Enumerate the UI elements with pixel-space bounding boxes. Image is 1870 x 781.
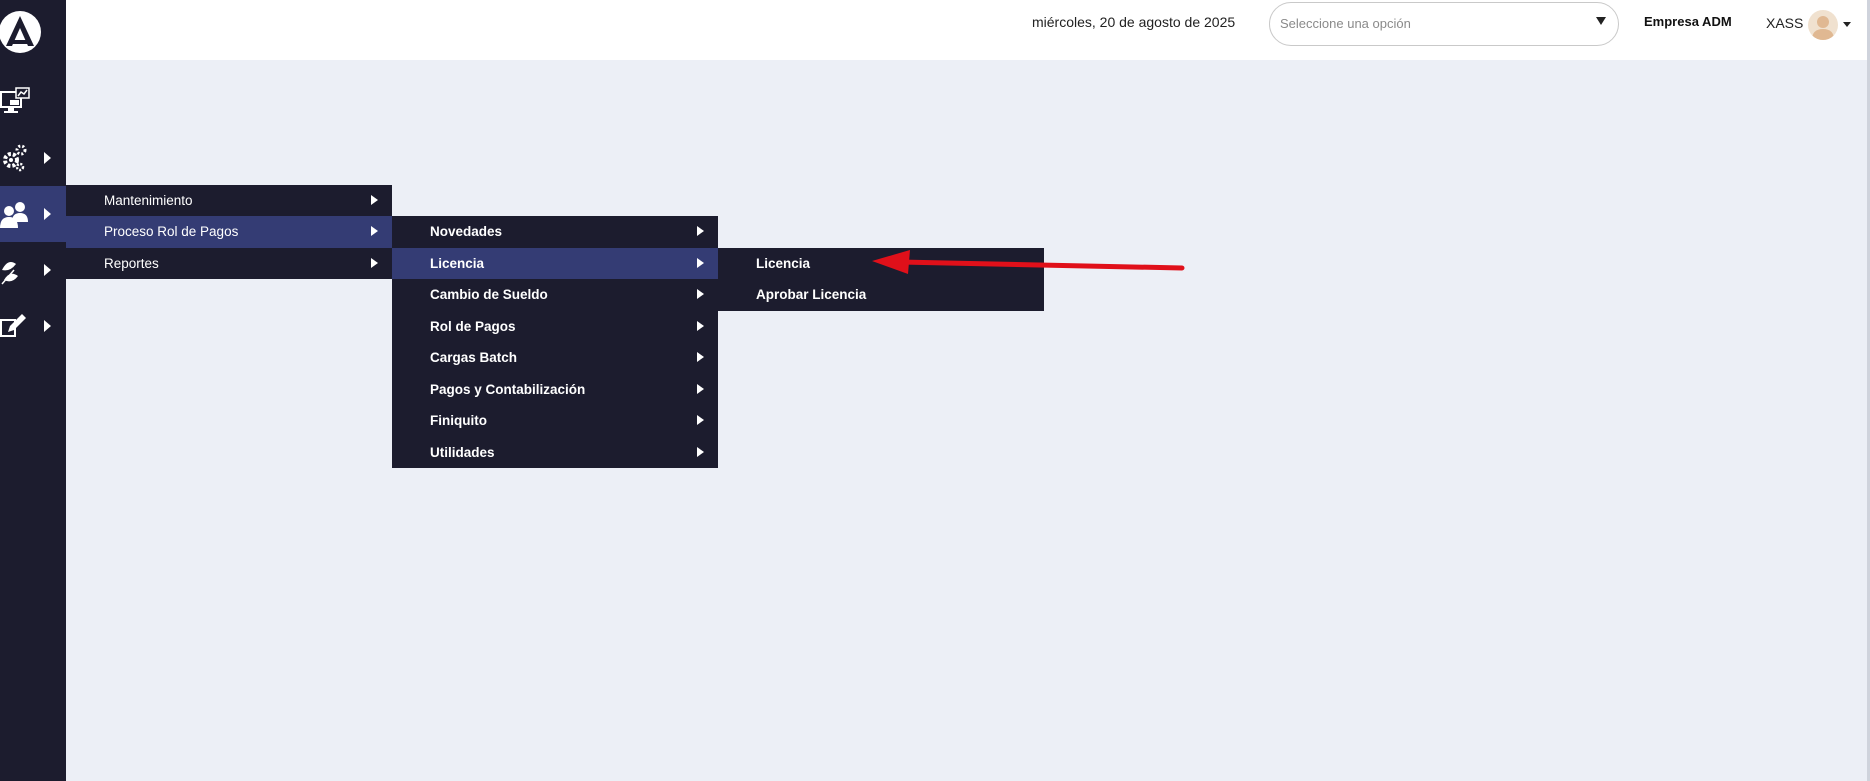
menu-item-licencia-leaf[interactable]: Licencia (718, 248, 1044, 279)
chevron-right-icon (371, 195, 378, 205)
chevron-right-icon (697, 383, 704, 394)
sidebar-item-nature[interactable] (0, 242, 66, 298)
user-name[interactable]: XASS (1766, 15, 1803, 31)
chevron-right-icon (697, 289, 704, 299)
submenu-level2: Novedades Licencia Cambio de Sueldo Rol … (392, 216, 718, 468)
caret-down-icon (1596, 17, 1606, 25)
menu-item-label: Aprobar Licencia (756, 287, 867, 303)
submenu-level3: Licencia Aprobar Licencia (718, 248, 1044, 311)
menu-item-label: Novedades (430, 224, 503, 239)
edit-pencil-icon (0, 314, 26, 337)
chevron-right-icon (697, 226, 704, 236)
sidebar-item-settings[interactable] (0, 130, 66, 186)
menu-item-cambio-de-sueldo[interactable]: Cambio de Sueldo (392, 279, 718, 311)
sidebar (0, 0, 66, 781)
menu-item-label: Pagos y Contabilización (430, 381, 586, 397)
chevron-right-icon (371, 257, 378, 268)
menu-item-utilidades[interactable]: Utilidades (392, 437, 718, 469)
chevron-right-icon (697, 352, 704, 362)
sidebar-item-users[interactable] (0, 186, 66, 242)
menu-item-label: Cambio de Sueldo (430, 287, 548, 302)
user-avatar-icon (1812, 16, 1834, 40)
gears-icon (3, 144, 27, 172)
dashboard-monitor-icon (0, 87, 30, 113)
chevron-right-icon (697, 257, 704, 268)
menu-item-mantenimiento[interactable]: Mantenimiento (66, 185, 392, 216)
avatar[interactable] (1808, 10, 1838, 40)
current-date: miércoles, 20 de agosto de 2025 (1032, 14, 1236, 30)
menu-item-label: Rol de Pagos (430, 318, 516, 334)
menu-item-aprobar-licencia[interactable]: Aprobar Licencia (718, 279, 1044, 310)
submenu-level1: Mantenimiento Proceso Rol de Pagos Repor… (66, 185, 392, 280)
sidebar-item-edit[interactable] (0, 298, 66, 354)
menu-item-proceso-rol-de-pagos[interactable]: Proceso Rol de Pagos (66, 216, 392, 248)
chevron-right-icon (697, 446, 704, 457)
menu-item-label: Mantenimiento (104, 193, 193, 208)
company-name: Empresa ADM (1644, 14, 1732, 29)
menu-item-label: Finiquito (430, 413, 487, 428)
leaves-icon (1, 262, 18, 285)
menu-item-finiquito[interactable]: Finiquito (392, 405, 718, 437)
sidebar-item-dashboard[interactable] (0, 74, 66, 130)
menu-item-label: Cargas Batch (430, 350, 518, 365)
users-icon (0, 202, 28, 228)
chevron-right-icon (697, 320, 704, 331)
menu-item-rol-de-pagos[interactable]: Rol de Pagos (392, 311, 718, 343)
chevron-right-icon (371, 226, 378, 237)
chevron-right-icon (697, 415, 704, 425)
menu-item-label: Licencia (756, 256, 811, 271)
menu-item-label: Licencia (430, 255, 485, 271)
menu-item-novedades[interactable]: Novedades (392, 216, 718, 248)
menu-item-label: Proceso Rol de Pagos (104, 224, 239, 240)
menu-item-cargas-batch[interactable]: Cargas Batch (392, 342, 718, 374)
chevron-right-icon (44, 264, 51, 276)
chevron-right-icon (44, 208, 51, 220)
menu-item-reportes[interactable]: Reportes (66, 248, 392, 279)
chevron-right-icon (44, 320, 51, 332)
option-select[interactable]: Seleccione una opción (1269, 2, 1619, 46)
menu-item-licencia[interactable]: Licencia (392, 247, 718, 279)
top-header: miércoles, 20 de agosto de 2025 Seleccio… (66, 0, 1867, 60)
annotation-arrow-icon (872, 250, 1185, 274)
user-menu-caret-icon[interactable] (1843, 22, 1851, 27)
app-logo-icon[interactable] (0, 8, 44, 56)
select-placeholder: Seleccione una opción (1280, 16, 1411, 31)
menu-item-pagos-y-contabilizacion[interactable]: Pagos y Contabilización (392, 374, 718, 406)
menu-item-label: Utilidades (430, 444, 495, 460)
menu-item-label: Reportes (104, 255, 159, 271)
chevron-right-icon (44, 152, 51, 164)
